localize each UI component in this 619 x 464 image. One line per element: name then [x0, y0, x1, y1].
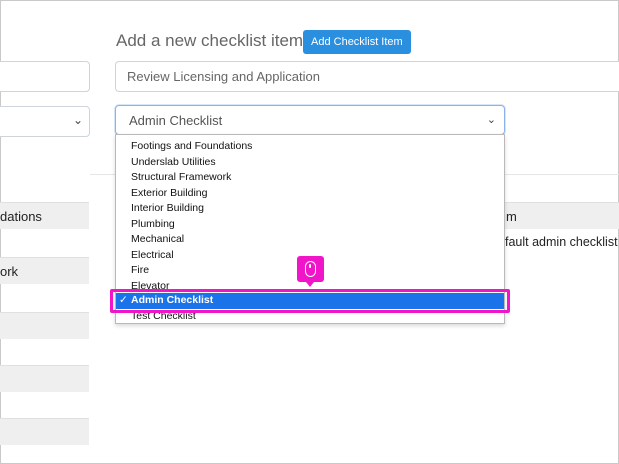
dropdown-option[interactable]: Plumbing [116, 217, 504, 233]
table-row [0, 365, 89, 392]
checklist-item-input[interactable] [115, 61, 619, 92]
left-select[interactable]: ⌄ [0, 106, 90, 137]
dropdown-option[interactable]: Underslab Utilities [116, 155, 504, 171]
click-tooltip [297, 256, 324, 287]
chevron-down-icon: ⌄ [486, 114, 496, 126]
chevron-down-icon: ⌄ [72, 113, 83, 127]
row-text: dations [0, 209, 42, 224]
table-header-cell: m [505, 202, 619, 229]
checklist-select[interactable]: Admin Checklist ⌄ [115, 105, 505, 135]
dropdown-option[interactable]: Mechanical [116, 232, 504, 248]
left-text-input[interactable] [0, 61, 90, 92]
table-cell: fault admin checklist [505, 235, 618, 249]
row-text: ork [0, 264, 19, 279]
dropdown-option[interactable]: Structural Framework [116, 170, 504, 186]
section-title: Add a new checklist item [116, 31, 304, 50]
table-row [0, 418, 89, 445]
dropdown-option[interactable]: Footings and Foundations [116, 139, 504, 155]
selected-value: Admin Checklist [129, 113, 223, 128]
dropdown-option[interactable]: Exterior Building [116, 186, 504, 202]
dropdown-option[interactable]: Interior Building [116, 201, 504, 217]
mouse-icon [305, 261, 316, 277]
click-highlight-box [110, 289, 510, 313]
table-row: ork [0, 257, 89, 284]
table-row [0, 312, 89, 339]
table-row: dations [0, 202, 89, 229]
add-checklist-item-button[interactable]: Add Checklist Item [303, 30, 411, 54]
